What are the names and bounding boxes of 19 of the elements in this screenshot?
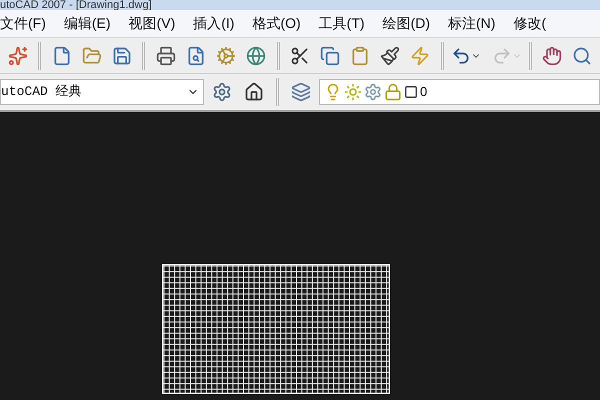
menu-item[interactable]: 标注(N)	[448, 13, 496, 34]
workspace-dropdown[interactable]: utoCAD 经典	[0, 79, 204, 105]
menu-item[interactable]: 编辑(E)	[64, 13, 111, 34]
menu-item[interactable]: 修改(	[513, 13, 546, 34]
menu-item[interactable]: 文件(F)	[0, 13, 46, 34]
menu-item[interactable]: 插入(I)	[193, 13, 234, 34]
gear-icon	[364, 83, 382, 101]
layer-name: 0	[420, 83, 428, 102]
sun-icon	[344, 83, 362, 101]
lock-icon	[384, 83, 402, 101]
menu-item[interactable]: 绘图(D)	[382, 13, 430, 34]
menu-item[interactable]: 工具(T)	[318, 13, 365, 34]
square-icon	[404, 85, 418, 99]
window-title: utoCAD 2007 - [Drawing1.dwg]	[0, 0, 152, 10]
layer-dropdown[interactable]: 0	[319, 79, 600, 105]
menu-item[interactable]: 格式(O)	[252, 13, 301, 34]
redo-icon	[492, 46, 512, 66]
menu-item[interactable]: 视图(V)	[128, 13, 176, 34]
undo-icon	[450, 46, 471, 66]
